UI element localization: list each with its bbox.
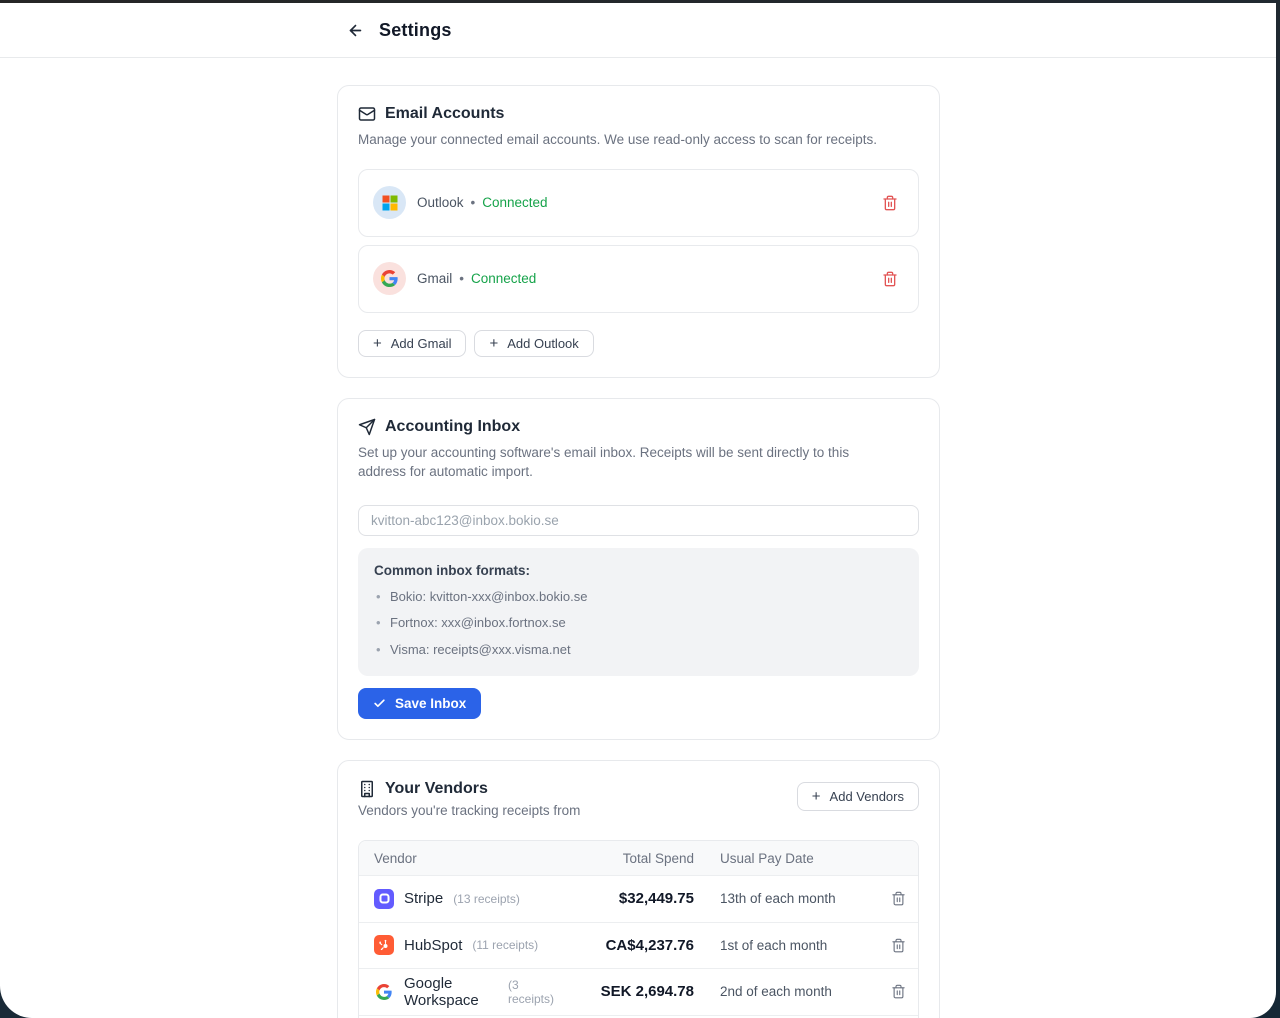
email-accounts-description: Manage your connected email accounts. We…	[358, 130, 919, 150]
accounting-inbox-description: Set up your accounting software's email …	[358, 443, 878, 482]
save-inbox-button[interactable]: Save Inbox	[358, 688, 481, 719]
back-button[interactable]	[341, 16, 369, 44]
inbox-formats-box: Common inbox formats: Bokio: kvitton-xxx…	[358, 548, 919, 677]
dot-separator: •	[471, 195, 476, 210]
add-gmail-button[interactable]: + Add Gmail	[358, 330, 466, 357]
vendor-pay-date: 2nd of each month	[720, 984, 878, 999]
check-icon	[373, 697, 386, 710]
vendor-receipts-count: (11 receipts)	[472, 938, 538, 952]
vendors-card: Your Vendors Vendors you're tracking rec…	[337, 760, 940, 1018]
accounting-inbox-card: Accounting Inbox Set up your accounting …	[337, 398, 940, 741]
column-header-vendor: Vendor	[359, 851, 554, 866]
delete-vendor-button[interactable]	[887, 934, 910, 957]
trash-icon	[891, 984, 906, 999]
vendor-row-google-workspace: Google Workspace (3 receipts) SEK 2,694.…	[359, 968, 918, 1015]
vendor-receipts-count: (3 receipts)	[508, 978, 554, 1006]
format-item: Fortnox: xxx@inbox.fortnox.se	[374, 613, 903, 633]
format-item: Visma: receipts@xxx.visma.net	[374, 640, 903, 660]
plus-icon: +	[373, 336, 382, 351]
gmail-avatar	[373, 262, 406, 295]
add-vendors-button[interactable]: + Add Vendors	[797, 782, 919, 811]
status-badge: Connected	[482, 195, 547, 210]
account-provider: Outlook	[417, 195, 464, 210]
arrow-left-icon	[347, 22, 364, 39]
send-icon	[358, 418, 376, 436]
delete-gmail-button[interactable]	[878, 267, 902, 291]
dot-separator: •	[459, 271, 464, 286]
status-badge: Connected	[471, 271, 536, 286]
vendor-total-spend: CA$4,237.76	[554, 937, 694, 954]
vendors-subtitle: Vendors you're tracking receipts from	[358, 803, 797, 818]
google-logo-icon	[381, 270, 398, 287]
vendors-table-header: Vendor Total Spend Usual Pay Date	[359, 841, 918, 875]
account-provider: Gmail	[417, 271, 452, 286]
vendor-name: Google Workspace	[404, 975, 498, 1009]
email-account-row-outlook: Outlook • Connected	[358, 169, 919, 237]
email-accounts-card: Email Accounts Manage your connected ema…	[337, 85, 940, 378]
add-outlook-button[interactable]: + Add Outlook	[474, 330, 593, 357]
vendor-row-stripe: Stripe (13 receipts) $32,449.75 13th of …	[359, 875, 918, 922]
vendor-pay-date: 13th of each month	[720, 891, 878, 906]
add-outlook-label: Add Outlook	[507, 336, 579, 351]
delete-vendor-button[interactable]	[887, 980, 910, 1003]
page-header: Settings	[0, 3, 1276, 58]
vendor-total-spend: $32,449.75	[554, 890, 694, 907]
trash-icon	[882, 195, 898, 211]
vendors-table: Vendor Total Spend Usual Pay Date Stripe…	[358, 840, 919, 1018]
add-vendors-label: Add Vendors	[830, 789, 904, 804]
column-header-pay-date: Usual Pay Date	[720, 851, 878, 866]
email-accounts-title: Email Accounts	[385, 105, 504, 123]
delete-outlook-button[interactable]	[878, 191, 902, 215]
email-account-row-gmail: Gmail • Connected	[358, 245, 919, 313]
google-logo-icon	[374, 982, 394, 1002]
plus-icon: +	[489, 336, 498, 351]
column-header-total-spend: Total Spend	[554, 851, 694, 866]
formats-title: Common inbox formats:	[374, 563, 903, 578]
settings-content: Email Accounts Manage your connected ema…	[337, 59, 940, 1018]
plus-icon: +	[812, 789, 821, 804]
add-gmail-label: Add Gmail	[391, 336, 452, 351]
accounting-inbox-title: Accounting Inbox	[385, 418, 520, 436]
mail-icon	[358, 105, 376, 123]
app-window: Settings Email Accounts Manage your conn…	[0, 3, 1276, 1018]
trash-icon	[891, 938, 906, 953]
vendor-name: HubSpot	[404, 937, 462, 954]
vendors-title: Your Vendors	[385, 780, 488, 798]
trash-icon	[882, 271, 898, 287]
outlook-avatar	[373, 186, 406, 219]
vendor-receipts-count: (13 receipts)	[453, 892, 520, 906]
hubspot-logo-icon	[374, 935, 394, 955]
microsoft-logo-icon	[382, 195, 398, 211]
vendor-row-hubspot: HubSpot (11 receipts) CA$4,237.76 1st of…	[359, 922, 918, 969]
inbox-address-input[interactable]	[358, 505, 919, 536]
trash-icon	[891, 891, 906, 906]
vendor-name: Stripe	[404, 890, 443, 907]
vendor-pay-date: 1st of each month	[720, 938, 878, 953]
formats-list: Bokio: kvitton-xxx@inbox.bokio.se Fortno…	[374, 587, 903, 660]
vendor-total-spend: SEK 2,694.78	[554, 983, 694, 1000]
save-inbox-label: Save Inbox	[395, 696, 466, 711]
building-icon	[358, 780, 376, 798]
format-item: Bokio: kvitton-xxx@inbox.bokio.se	[374, 587, 903, 607]
delete-vendor-button[interactable]	[887, 887, 910, 910]
stripe-logo-icon	[374, 889, 394, 909]
page-title: Settings	[379, 20, 452, 41]
